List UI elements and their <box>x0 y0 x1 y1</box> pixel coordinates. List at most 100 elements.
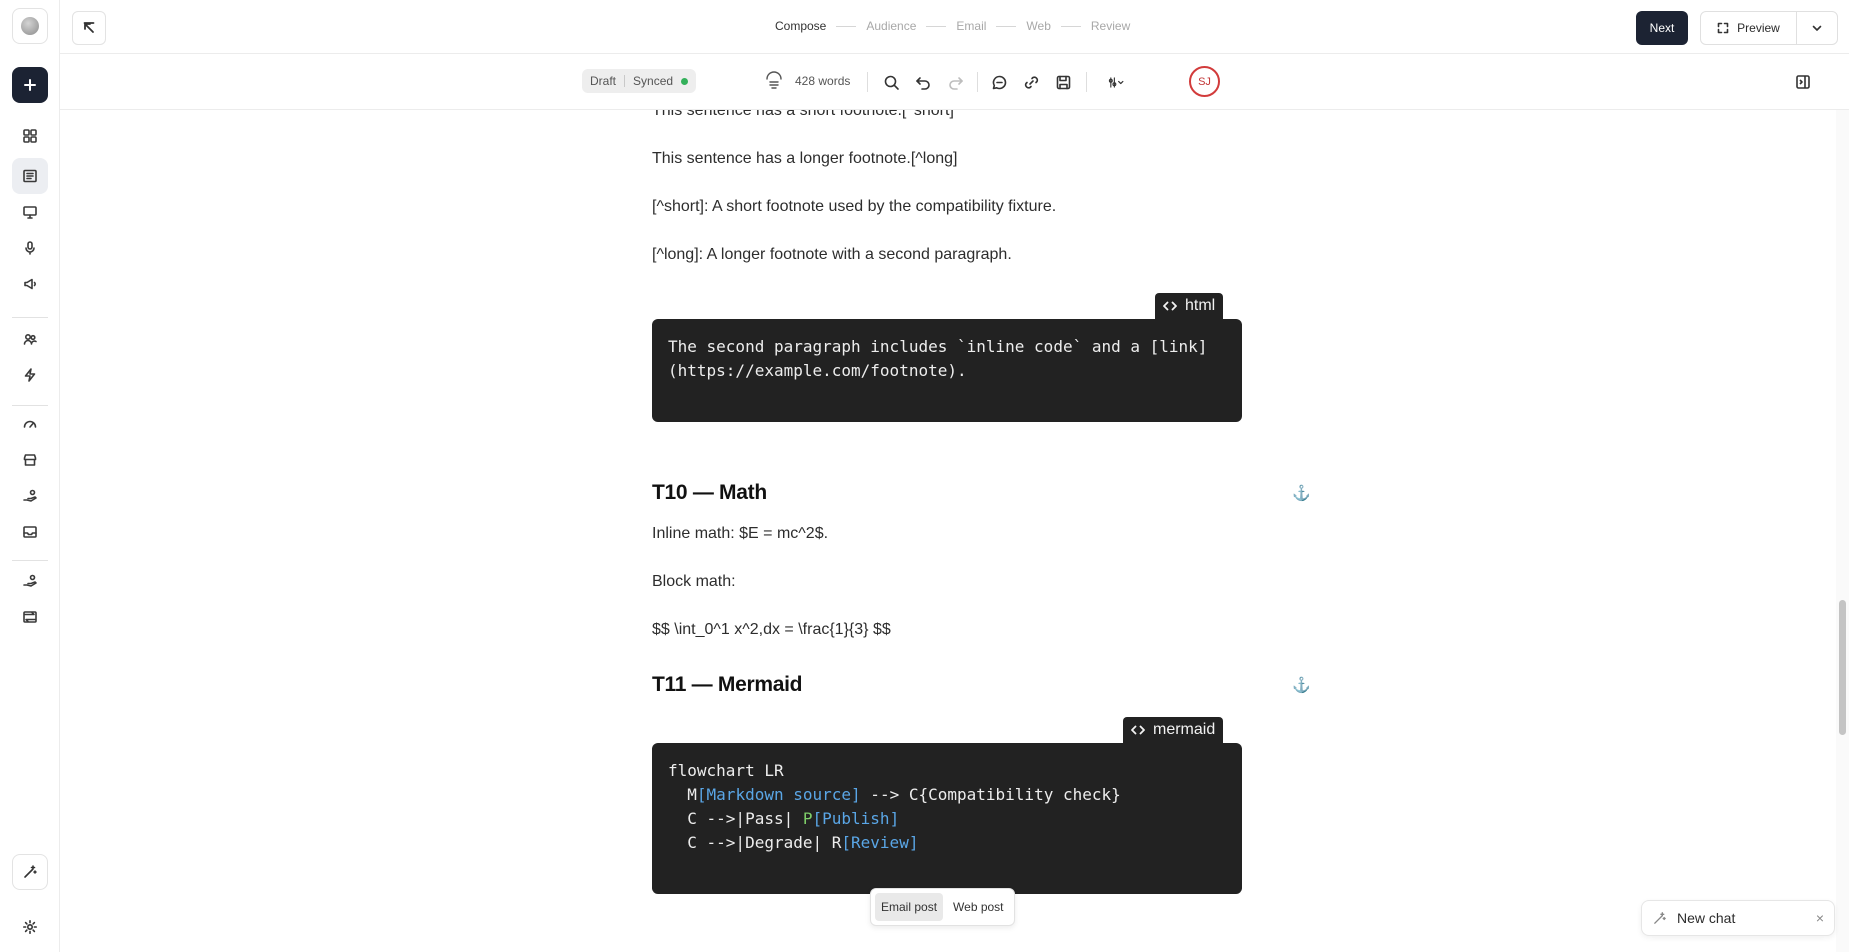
floppy-disk-icon <box>1056 75 1070 89</box>
preview-split-button: Preview <box>1700 11 1838 45</box>
rail-announcements[interactable] <box>12 266 48 302</box>
next-button[interactable]: Next <box>1636 11 1688 45</box>
code-line: flowchart LR <box>668 761 784 780</box>
step-review[interactable]: Review <box>1091 19 1130 33</box>
rail-growth[interactable] <box>12 478 48 514</box>
gear-icon <box>23 920 37 934</box>
tab-web-post[interactable]: Web post <box>947 893 1009 921</box>
code-language-tag[interactable]: mermaid <box>1123 717 1224 743</box>
editor-canvas[interactable]: This sentence has a short footnote.[^sho… <box>60 110 1836 952</box>
comment-icon <box>992 75 1006 89</box>
editor-scrollbar[interactable] <box>1836 110 1849 952</box>
step-connector <box>926 25 947 27</box>
save-snapshot-button[interactable] <box>1050 69 1076 95</box>
code-language-label: mermaid <box>1153 721 1216 738</box>
step-connector <box>1060 25 1081 27</box>
rail-analytics[interactable] <box>12 406 48 442</box>
workspace-logo[interactable] <box>12 8 48 44</box>
sparkle-pen-icon <box>24 865 37 878</box>
search-button[interactable] <box>878 69 904 95</box>
toolbar-divider <box>1086 72 1087 92</box>
paragraph[interactable]: [^long]: A longer footnote with a second… <box>652 246 1012 264</box>
step-compose[interactable]: Compose <box>775 19 826 33</box>
step-audience[interactable]: Audience <box>866 19 916 33</box>
step-web[interactable]: Web <box>1026 19 1050 33</box>
rail-store[interactable] <box>12 442 48 478</box>
rail-inbox[interactable] <box>12 514 48 550</box>
new-chat-widget[interactable]: New chat × <box>1641 900 1835 936</box>
rail-podcast[interactable] <box>12 230 48 266</box>
redo-icon <box>948 76 963 90</box>
preview-options-button[interactable] <box>1797 12 1837 44</box>
exit-editor-button[interactable] <box>72 11 106 45</box>
close-icon[interactable]: × <box>1816 910 1824 926</box>
code-icon <box>1131 725 1145 735</box>
users-icon <box>23 333 37 345</box>
chevron-down-icon <box>1812 25 1822 31</box>
paragraph[interactable]: [^short]: A short footnote used by the c… <box>652 198 1056 216</box>
link-icon <box>1024 75 1038 89</box>
draft-label: Draft <box>590 74 617 88</box>
preview-label: Preview <box>1737 21 1780 35</box>
hand-coin-icon <box>23 574 37 587</box>
ai-assistant-button[interactable] <box>12 854 48 890</box>
paragraph[interactable]: This sentence has a short footnote.[^sho… <box>652 110 954 120</box>
code-token: P <box>802 809 813 828</box>
anchor-icon[interactable]: ⚓ <box>1292 484 1311 502</box>
paragraph[interactable]: This sentence has a longer footnote.[^lo… <box>652 150 957 168</box>
monitor-icon <box>23 206 37 219</box>
paragraph[interactable]: Block math: <box>652 573 736 591</box>
inbox-icon <box>23 526 37 538</box>
section-heading[interactable]: T10 — Math <box>652 481 767 505</box>
avatar[interactable]: SJ <box>1189 66 1220 97</box>
code-line: (https://example.com/footnote). <box>668 361 967 380</box>
sparkle-pen-icon <box>1654 911 1666 924</box>
code-token: [Review] <box>841 833 919 852</box>
tools-dropdown-button[interactable] <box>1098 69 1134 95</box>
rail-dashboard[interactable] <box>12 118 48 154</box>
rail-automations[interactable] <box>12 357 48 393</box>
new-item-button[interactable] <box>12 67 48 103</box>
rail-posts[interactable] <box>12 158 48 194</box>
rail-divider <box>12 560 48 561</box>
tune-icon <box>1108 76 1123 88</box>
undo-button[interactable] <box>910 69 936 95</box>
section-heading[interactable]: T11 — Mermaid <box>652 673 802 697</box>
app-window: Compose Audience Email Web Review Next P… <box>0 0 1849 952</box>
link-button[interactable] <box>1018 69 1044 95</box>
pill-divider <box>624 75 626 87</box>
code-token: M <box>668 785 697 804</box>
comments-button[interactable] <box>986 69 1012 95</box>
paragraph[interactable]: Inline math: $E = mc^2$. <box>652 525 828 543</box>
scrollbar-thumb[interactable] <box>1839 600 1846 735</box>
mermaid-code-block[interactable]: flowchart LR M[Markdown source] --> C{Co… <box>652 743 1242 894</box>
rail-integrations[interactable] <box>12 599 48 635</box>
step-email[interactable]: Email <box>956 19 986 33</box>
redo-button[interactable] <box>942 69 968 95</box>
code-icon <box>1163 301 1177 311</box>
left-rail <box>0 0 60 952</box>
anchor-icon[interactable]: ⚓ <box>1292 676 1311 694</box>
arrow-up-left-icon <box>83 22 95 33</box>
workflow-steps: Compose Audience Email Web Review <box>775 19 1130 33</box>
code-block[interactable]: The second paragraph includes `inline co… <box>652 319 1242 422</box>
settings-button[interactable] <box>12 909 48 945</box>
tab-email-post[interactable]: Email post <box>875 893 944 921</box>
rail-website[interactable] <box>12 194 48 230</box>
toggle-side-panel-button[interactable] <box>1791 70 1815 94</box>
math-block[interactable]: $$ \int_0^1 x^2,dx = \frac{1}{3} $$ <box>652 621 891 639</box>
word-count: 428 words <box>795 74 851 88</box>
undo-icon <box>915 76 930 90</box>
megaphone-icon <box>24 278 36 290</box>
rail-monetize[interactable] <box>12 563 48 599</box>
code-token: C -->|Degrade| R <box>668 833 842 852</box>
preview-button[interactable]: Preview <box>1701 12 1797 44</box>
status-badge: Draft Synced <box>582 69 697 93</box>
gauge-icon <box>23 420 37 428</box>
search-icon <box>884 75 899 90</box>
code-language-tag[interactable]: html <box>1155 293 1224 319</box>
store-icon <box>23 454 37 466</box>
top-bar: Compose Audience Email Web Review Next P… <box>60 0 1849 54</box>
rail-audience[interactable] <box>12 321 48 357</box>
sidebar-panel-icon <box>1796 75 1810 89</box>
